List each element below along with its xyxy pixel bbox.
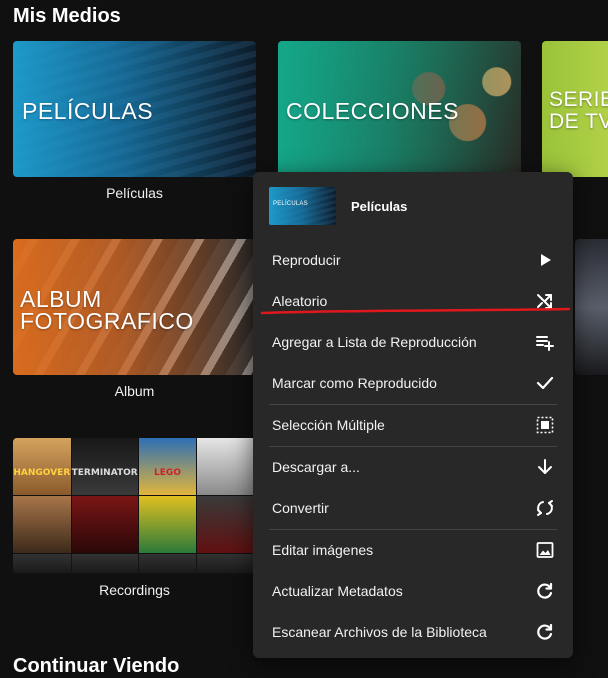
poster-reflection (138, 553, 198, 574)
menu-thumbnail-text: PELÍCULAS (273, 201, 308, 207)
poster-thumbnail: LEGO (138, 438, 198, 496)
menu-item-label: Editar imágenes (272, 542, 374, 558)
poster-thumbnail (13, 495, 72, 554)
menu-item-download[interactable]: Descargar a... (253, 447, 573, 488)
library-tile-tv-series[interactable]: SERIE DE TV (542, 41, 608, 177)
section-title-my-media: Mis Medios (13, 5, 121, 27)
image-icon (535, 540, 555, 560)
poster-reflection (197, 553, 256, 574)
menu-item-label: Reproducir (272, 252, 341, 268)
poster-text: LEGO (154, 468, 181, 478)
download-arrow-icon (535, 457, 555, 477)
library-caption-recordings[interactable]: Recordings (13, 582, 256, 598)
library-tile-recordings[interactable]: HANGOVER TERMINATOR LEGO (13, 438, 256, 574)
select-multiple-icon (535, 415, 555, 435)
menu-item-label: Escanear Archivos de la Biblioteca (272, 624, 487, 640)
menu-thumbnail: PELÍCULAS (269, 187, 336, 225)
menu-item-label: Actualizar Metadatos (272, 583, 403, 599)
menu-item-scan-library[interactable]: Escanear Archivos de la Biblioteca (253, 612, 573, 653)
tile-image-text: COLECCIONES (286, 98, 459, 124)
poster-thumbnail: TERMINATOR (71, 438, 139, 496)
check-icon (535, 373, 555, 393)
poster-thumbnail (71, 495, 139, 554)
library-tile-album[interactable]: ALBUM FOTOGRAFICO (13, 239, 256, 375)
tile-image-text: ALBUM FOTOGRAFICO (20, 286, 194, 334)
playlist-add-icon (535, 332, 555, 352)
poster-text: HANGOVER (13, 468, 71, 478)
refresh-icon (535, 581, 555, 601)
library-tile-partial[interactable] (575, 239, 608, 375)
menu-title: Películas (351, 199, 408, 214)
menu-item-refresh-metadata[interactable]: Actualizar Metadatos (253, 571, 573, 612)
menu-item-label: Selección Múltiple (272, 417, 385, 433)
section-title-continue-watching: Continuar Viendo (13, 655, 180, 677)
tile-image-text: SERIE DE TV (549, 88, 608, 133)
convert-icon (535, 498, 555, 518)
context-menu-header: PELÍCULAS Películas (253, 172, 573, 240)
poster-thumbnail (138, 495, 198, 554)
poster-text: TERMINATOR (71, 468, 138, 478)
library-caption-movies[interactable]: Películas (13, 185, 256, 201)
library-caption-album[interactable]: Album (13, 383, 256, 399)
menu-item-play[interactable]: Reproducir (253, 240, 573, 281)
menu-item-label: Convertir (272, 500, 329, 516)
poster-thumbnail (197, 438, 256, 496)
library-tile-collections[interactable]: COLECCIONES (278, 41, 521, 177)
menu-item-label: Agregar a Lista de Reproducción (272, 334, 477, 350)
poster-thumbnail (197, 495, 256, 554)
poster-thumbnail: HANGOVER (13, 438, 72, 496)
poster-reflection (13, 553, 72, 574)
context-menu: PELÍCULAS Películas Reproducir Aleatorio… (253, 172, 573, 658)
annotation-underline (260, 307, 571, 315)
play-icon (535, 250, 555, 270)
menu-item-mark-played[interactable]: Marcar como Reproducido (253, 363, 573, 404)
library-tile-movies[interactable]: PELÍCULAS (13, 41, 256, 177)
poster-reflection (71, 553, 139, 574)
menu-item-label: Aleatorio (272, 293, 328, 309)
menu-item-edit-images[interactable]: Editar imágenes (253, 530, 573, 571)
menu-item-multi-select[interactable]: Selección Múltiple (253, 405, 573, 446)
menu-item-label: Descargar a... (272, 459, 360, 475)
menu-item-convert[interactable]: Convertir (253, 488, 573, 529)
menu-item-label: Marcar como Reproducido (272, 375, 437, 391)
refresh-icon (535, 622, 555, 642)
tile-image-text: PELÍCULAS (22, 98, 154, 124)
menu-item-add-to-playlist[interactable]: Agregar a Lista de Reproducción (253, 322, 573, 363)
